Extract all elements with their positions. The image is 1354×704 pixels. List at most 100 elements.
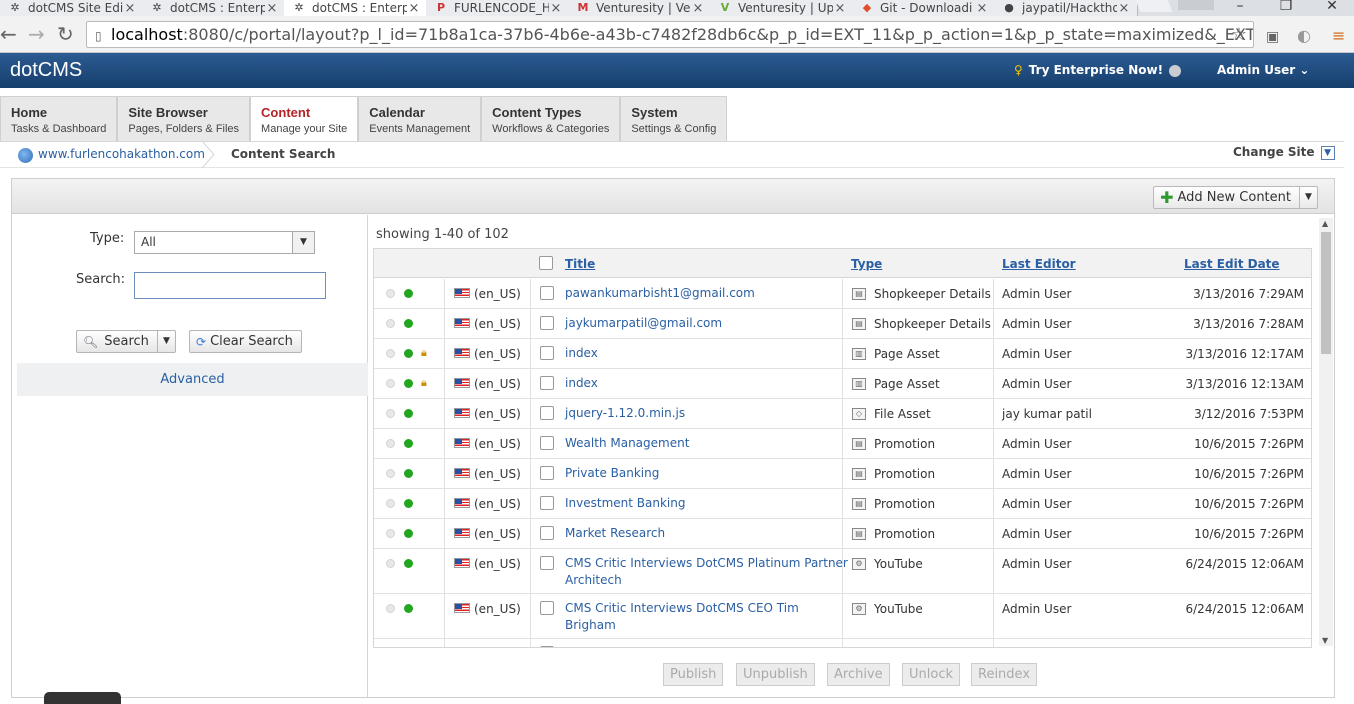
row-checkbox[interactable] <box>540 466 554 480</box>
us-flag-icon <box>454 348 470 358</box>
publish-button[interactable]: Publish <box>663 663 724 686</box>
select-all-checkbox[interactable] <box>539 256 553 270</box>
close-icon[interactable]: × <box>549 1 563 16</box>
close-icon[interactable]: × <box>1117 1 1131 16</box>
window-close-icon[interactable]: ✕ <box>1312 0 1352 16</box>
unlock-button[interactable]: Unlock <box>902 663 960 686</box>
row-checkbox[interactable] <box>540 406 554 420</box>
back-icon[interactable]: ← <box>0 22 17 46</box>
close-icon[interactable]: × <box>407 1 421 16</box>
close-icon[interactable]: × <box>833 1 847 16</box>
bookmark-star-icon[interactable]: ☆ <box>1231 22 1247 47</box>
row-checkbox[interactable] <box>540 526 554 540</box>
chevron-down-icon[interactable]: ▼ <box>156 331 175 352</box>
unpublish-button[interactable]: Unpublish <box>736 663 815 686</box>
extension-icon[interactable]: ▣ <box>1266 25 1279 49</box>
chevron-down-icon[interactable]: ▼ <box>1299 187 1317 208</box>
row-checkbox[interactable] <box>540 601 554 615</box>
table-row[interactable]: (en_US) Market Research ▤ Promotion Admin Us… <box>374 519 1311 549</box>
column-type[interactable]: Type <box>851 257 882 271</box>
content-title-link[interactable]: Private Banking <box>565 465 659 482</box>
browser-tab[interactable]: P FURLENCODE_H × <box>426 0 570 16</box>
row-checkbox[interactable] <box>540 556 554 570</box>
reindex-button[interactable]: Reindex <box>971 663 1038 686</box>
search-button[interactable]: 🔍︎ Search ▼ <box>76 330 176 353</box>
tab-content-types[interactable]: Content Types Workflows & Categories <box>481 96 621 141</box>
content-title-link[interactable]: jquery-1.12.0.min.js <box>565 405 685 422</box>
tab-system[interactable]: System Settings & Config <box>620 96 728 141</box>
browser-tab[interactable]: ● jaypatil/Hackthol × <box>994 0 1138 16</box>
reload-icon[interactable]: ↻ <box>57 22 74 46</box>
menu-icon[interactable]: ≡ <box>1332 24 1345 48</box>
content-title-link[interactable]: Wealth Management <box>565 435 689 452</box>
table-row[interactable]: (en_US) jaykumarpatil@gmail.com ▤ Shopkeepe… <box>374 309 1311 339</box>
new-tab-button[interactable] <box>1135 0 1173 12</box>
content-title: Investment Banking <box>565 496 686 510</box>
extension-icon[interactable]: ◐ <box>1297 24 1311 48</box>
table-row[interactable]: (en_US) Wealth Management ▤ Promotion Admin … <box>374 429 1311 459</box>
advanced-search-toggle[interactable]: Advanced <box>17 363 368 396</box>
type-select[interactable]: All ▼ <box>134 231 315 254</box>
content-title-link[interactable]: CMS Critic Interviews DotCMS CEO Tim Brig… <box>565 600 799 634</box>
content-title-link[interactable]: Market Research <box>565 525 665 542</box>
tab-home[interactable]: Home Tasks & Dashboard <box>0 96 118 141</box>
row-checkbox[interactable] <box>540 646 554 647</box>
browser-tab[interactable]: V Venturesity | Up × <box>710 0 854 16</box>
row-checkbox[interactable] <box>540 286 554 300</box>
content-title-link[interactable]: CMS Critic Interviews DotCMS Platinum Pa… <box>565 555 848 589</box>
row-checkbox[interactable] <box>540 376 554 390</box>
close-icon[interactable]: × <box>691 1 705 16</box>
change-site-button[interactable]: Change Site ▼ <box>1233 145 1335 160</box>
table-row[interactable]: 🔒︎ (en_US) index ▥ Page Asset Admin User 3/13/… <box>374 339 1311 369</box>
content-title-link[interactable]: Investment Banking <box>565 495 685 512</box>
table-row[interactable]: (en_US) pawankumarbisht1@gmail.com ▤ Shopke… <box>374 279 1311 309</box>
address-bar[interactable]: ▯ localhost:8080/c/portal/layout?p_l_id=7… <box>86 21 1254 48</box>
column-last-editor[interactable]: Last Editor <box>1002 257 1076 271</box>
table-row[interactable]: (en_US) Investment Banking ▤ Promotion Admin… <box>374 489 1311 519</box>
close-icon[interactable]: × <box>265 1 279 16</box>
maximize-icon[interactable]: ❐ <box>1266 0 1306 16</box>
content-title: index <box>565 346 598 360</box>
table-row[interactable]: (en_US) jquery-1.12.0.min.js ◇ File Asset ja… <box>374 399 1311 429</box>
table-row[interactable]: (en_US) Private Banking ▤ Promotion Admin Us… <box>374 459 1311 489</box>
browser-tab[interactable]: ✲ dotCMS : Enterp × <box>142 0 286 16</box>
try-enterprise-link[interactable]: ♀ Try Enterprise Now! <box>1014 63 1163 77</box>
forward-icon[interactable]: → <box>28 22 45 46</box>
content-title-link[interactable]: pawankumarbisht1@gmail.com <box>565 285 755 302</box>
row-checkbox[interactable] <box>540 436 554 450</box>
archive-button[interactable]: Archive <box>827 663 890 686</box>
add-new-content-button[interactable]: ✚ Add New Content ▼ <box>1153 186 1318 209</box>
scroll-up-icon[interactable]: ▲ <box>1322 219 1328 228</box>
table-row[interactable] <box>374 639 1311 647</box>
row-checkbox[interactable] <box>540 496 554 510</box>
browser-tab-active[interactable]: ✲ dotCMS : Enterp × <box>284 0 428 16</box>
browser-tab[interactable]: ◆ Git - Downloadi × <box>852 0 996 16</box>
browser-tab[interactable]: ✲ dotCMS Site Edit × <box>0 0 144 16</box>
clear-search-button[interactable]: ⟳ Clear Search <box>189 330 302 353</box>
row-checkbox[interactable] <box>540 346 554 360</box>
table-row[interactable]: (en_US) CMS Critic Interviews DotCMS CEO … <box>374 594 1311 639</box>
content-title-link[interactable]: jaykumarpatil@gmail.com <box>565 315 722 332</box>
tab-site-browser[interactable]: Site Browser Pages, Folders & Files <box>117 96 251 141</box>
breadcrumb-site-link[interactable]: www.furlencohakathon.com <box>38 147 205 161</box>
table-row[interactable]: (en_US) CMS Critic Interviews DotCMS Plat… <box>374 549 1311 594</box>
row-checkbox[interactable] <box>540 316 554 330</box>
scroll-down-icon[interactable]: ▼ <box>1322 636 1328 645</box>
tab-subtitle: Tasks & Dashboard <box>11 123 107 135</box>
table-row[interactable]: 🔒︎ (en_US) index ▥ Page Asset Admin User 3/13/… <box>374 369 1311 399</box>
minimize-icon[interactable]: – <box>1220 0 1260 16</box>
profile-button[interactable] <box>1178 0 1214 10</box>
content-title-link[interactable]: index <box>565 375 598 392</box>
browser-tab[interactable]: M Venturesity | Ven × <box>568 0 712 16</box>
content-title-link[interactable]: index <box>565 345 598 362</box>
close-icon[interactable]: × <box>975 1 989 16</box>
close-icon[interactable]: × <box>123 1 137 16</box>
tab-content[interactable]: Content Manage your Site <box>250 96 359 141</box>
column-title[interactable]: Title <box>565 257 595 271</box>
user-menu[interactable]: Admin User ⌄ <box>1217 63 1309 77</box>
column-last-edit-date[interactable]: Last Edit Date <box>1184 257 1280 271</box>
scrollbar-thumb[interactable] <box>1321 232 1331 354</box>
search-input[interactable] <box>134 272 326 299</box>
results-scrollbar[interactable]: ▲ ▼ <box>1319 218 1333 646</box>
tab-calendar[interactable]: Calendar Events Management <box>358 96 482 141</box>
